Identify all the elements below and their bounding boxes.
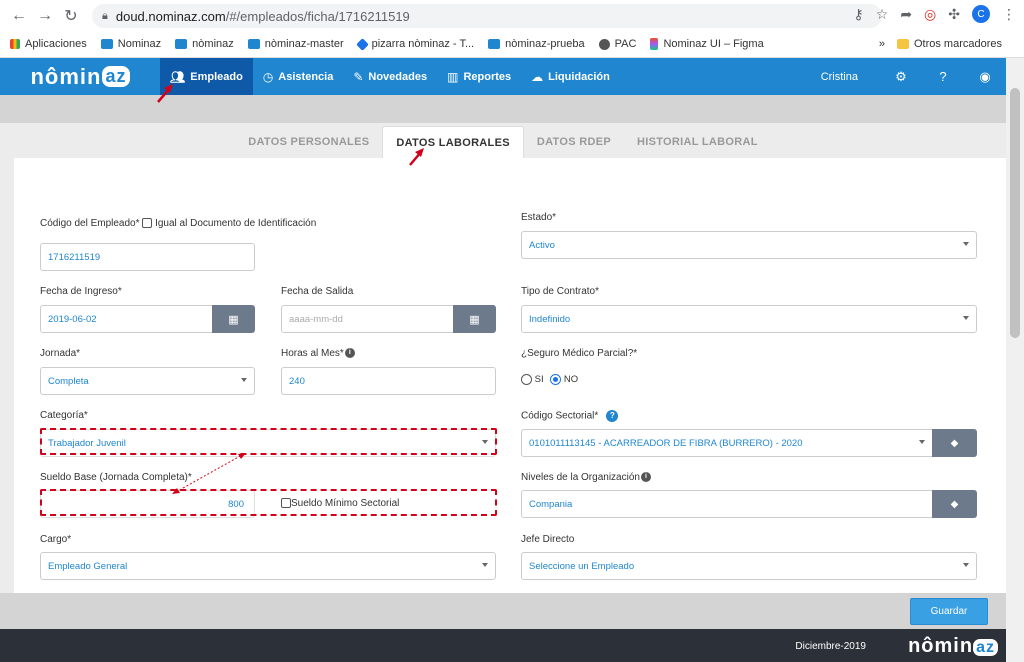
scrollbar-thumb[interactable] — [1010, 88, 1020, 338]
page-scrollbar[interactable] — [1006, 58, 1024, 662]
action-bar — [0, 593, 1006, 629]
page-footer: Diciembre-2019 nômin az — [0, 629, 1006, 662]
arrow-to-empleado — [157, 84, 173, 103]
arrow-link-categoria-sueldo — [172, 453, 246, 494]
guardar-button[interactable]: Guardar — [910, 598, 988, 625]
arrow-to-datos-laborales — [409, 148, 424, 166]
footer-logo: nômin az — [908, 635, 998, 658]
annotation-overlay — [157, 84, 424, 494]
footer-date: Diciembre-2019 — [795, 641, 866, 652]
